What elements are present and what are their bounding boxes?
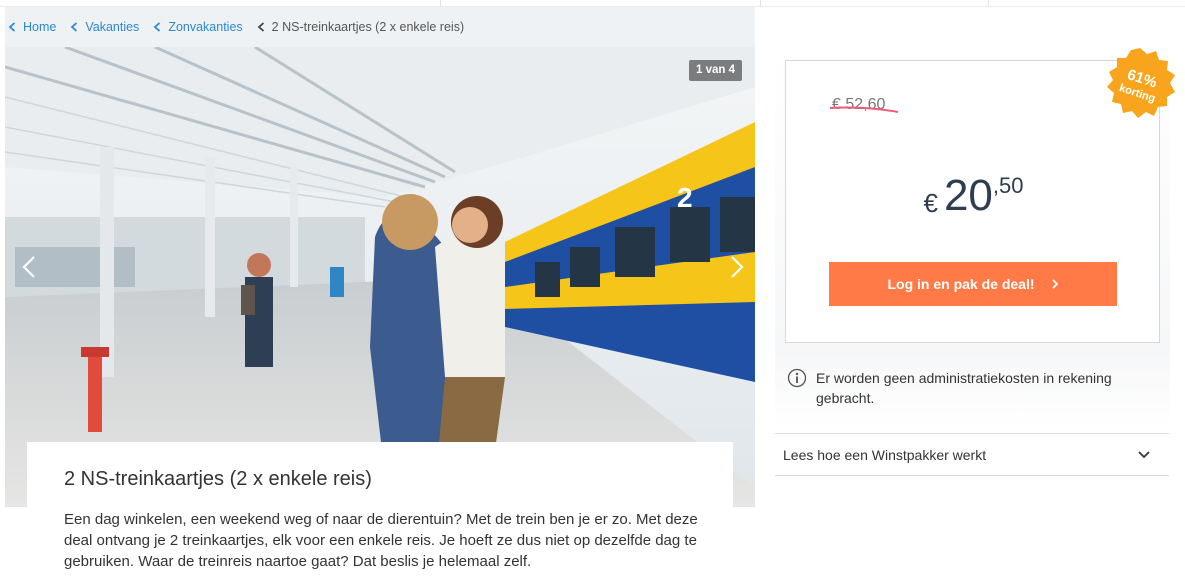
- chevron-left-icon: [257, 22, 264, 32]
- breadcrumb-vakanties[interactable]: Vakanties: [70, 20, 139, 34]
- gallery-next-button[interactable]: [715, 245, 755, 289]
- new-price: €20,50: [786, 171, 1161, 221]
- breadcrumb-current: 2 NS-treinkaartjes (2 x enkele reis): [257, 20, 464, 34]
- breadcrumb: Home Vakanties Zonvakanties 2 NS-treinka…: [5, 7, 755, 47]
- chevron-left-icon: [153, 22, 161, 32]
- deal-description: Een dag winkelen, een weekend weg of naa…: [64, 511, 698, 570]
- price-main: 20: [943, 171, 993, 220]
- login-deal-button[interactable]: Log in en pak de deal!: [829, 262, 1117, 306]
- price-cents: ,50: [992, 173, 1024, 198]
- chevron-left-icon: [8, 22, 16, 32]
- info-circle-icon: [787, 368, 807, 388]
- chevron-right-icon: [1051, 279, 1058, 289]
- top-bar-divider: [760, 0, 761, 7]
- chevron-down-icon: [1138, 451, 1150, 459]
- chevron-right-icon: [731, 256, 744, 278]
- admin-cost-text: Er worden geen administratiekosten in re…: [816, 370, 1112, 406]
- chevron-left-icon: [22, 256, 35, 278]
- top-bar: [0, 0, 1185, 7]
- deal-title: 2 NS-treinkaartjes (2 x enkele reis): [64, 468, 372, 490]
- gallery-counter: 1 van 4: [689, 60, 742, 81]
- breadcrumb-home[interactable]: Home: [8, 20, 56, 34]
- breadcrumb-zonvakanties[interactable]: Zonvakanties: [153, 20, 243, 34]
- chevron-left-icon: [70, 22, 78, 32]
- how-it-works-label: Lees hoe een Winstpakker werkt: [783, 446, 987, 463]
- deal-hero: Home Vakanties Zonvakanties 2 NS-treinka…: [5, 7, 755, 507]
- strikethrough-mark: [829, 106, 899, 113]
- price-currency: €: [923, 188, 938, 218]
- top-bar-divider: [440, 0, 441, 7]
- deal-photo: 2: [5, 47, 755, 507]
- top-bar-divider: [988, 0, 989, 7]
- deal-title-card: 2 NS-treinkaartjes (2 x enkele reis): [27, 442, 733, 507]
- how-it-works-accordion[interactable]: Lees hoe een Winstpakker werkt: [775, 433, 1169, 476]
- gallery-prev-button[interactable]: [7, 245, 51, 289]
- breadcrumb-current-label: 2 NS-treinkaartjes (2 x enkele reis): [271, 20, 465, 34]
- admin-cost-note: Er worden geen administratiekosten in re…: [787, 368, 1157, 408]
- svg-text:2: 2: [677, 182, 693, 213]
- breadcrumb-link[interactable]: Vakanties: [85, 20, 139, 34]
- login-deal-label: Log in en pak de deal!: [887, 276, 1035, 292]
- breadcrumb-link[interactable]: Zonvakanties: [168, 20, 242, 34]
- breadcrumb-link[interactable]: Home: [23, 20, 56, 34]
- old-price: € 52,60: [829, 96, 899, 114]
- discount-badge: 61% korting: [1107, 48, 1175, 118]
